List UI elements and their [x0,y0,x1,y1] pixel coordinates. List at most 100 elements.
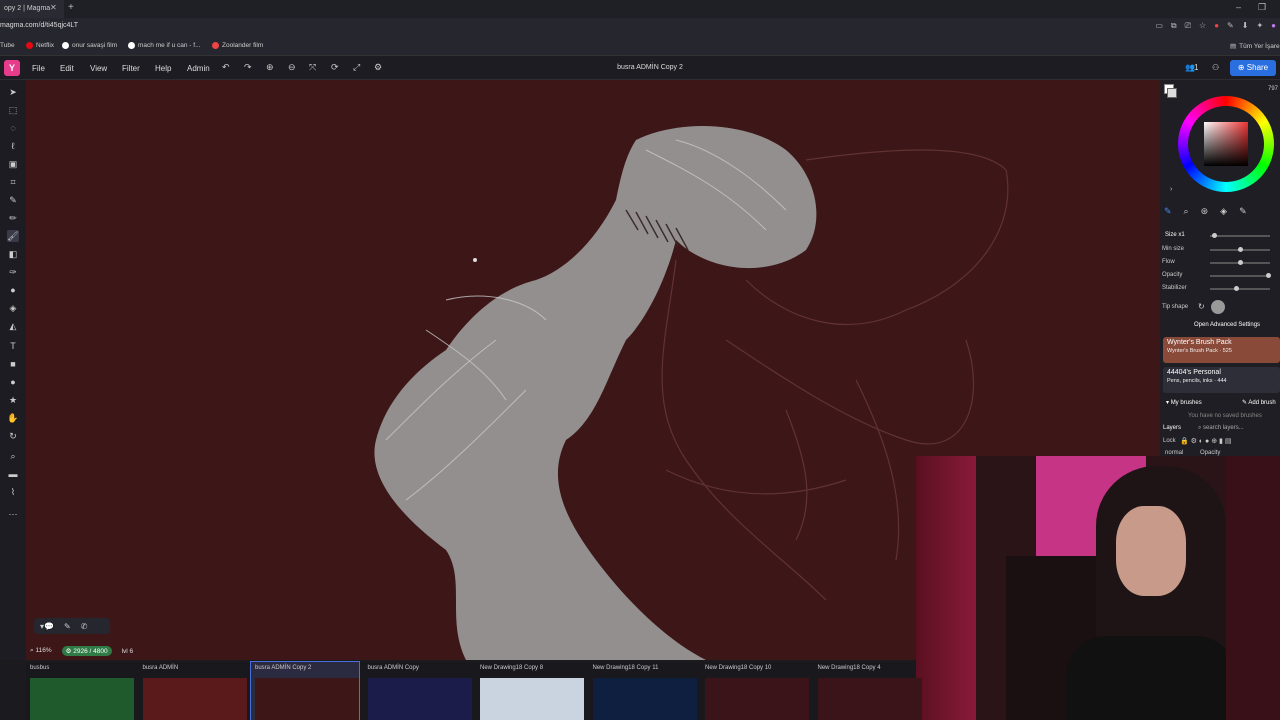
drawing-thumbnail[interactable]: busra ADMİN Copy 2 [250,661,360,720]
zoom-level[interactable]: ⌕ 116% [26,646,56,656]
share-button[interactable]: ⊕ Share [1230,60,1276,76]
comment-icon[interactable]: ▬ [7,468,19,480]
zoom-icon[interactable]: ⌕ [7,450,19,462]
rotate-icon[interactable]: ⟳ [331,62,339,73]
move-tool-icon[interactable]: ➤ [7,86,19,98]
more-icon[interactable]: ⋯ [7,508,19,520]
text-icon[interactable]: T [7,340,19,352]
eraser-icon[interactable]: ◧ [7,248,19,260]
brush-slot-4-icon[interactable]: ◈ [1220,206,1227,217]
ellipse-select-icon[interactable]: ◌ [7,122,19,134]
bookmark-item[interactable]: Zoolander film [212,42,263,49]
new-tab-icon[interactable]: + [68,2,74,13]
minimize-icon[interactable]: – [1236,2,1241,12]
blur-icon[interactable]: ● [7,284,19,296]
bookmark-item[interactable]: mach me if u can - f... [128,42,201,49]
brush-slot-1-icon[interactable]: ✎ [1164,206,1172,217]
add-user-icon[interactable]: ⚇ [1212,63,1219,72]
star-icon[interactable]: ★ [7,394,19,406]
fit-icon[interactable]: ⤧ [309,62,316,73]
flow-slider[interactable] [1210,260,1270,265]
brush-slot-5-icon[interactable]: ✎ [1239,206,1247,217]
brush-slot-3-icon[interactable]: ⊛ [1201,206,1209,217]
drawing-thumbnail[interactable]: busbus [26,662,134,720]
drawing-thumbnail[interactable]: New Drawing18 Copy 4 [814,662,922,720]
brush-pack-wynter[interactable]: Wynter's Brush Pack Wynter's Brush Pack … [1163,337,1280,363]
browser-tab[interactable]: opy 2 | Magma ✕ [0,0,64,18]
smudge-icon[interactable]: ✑ [7,266,19,278]
fill-icon[interactable]: ◈ [7,302,19,314]
menu-admin[interactable]: Admin [187,64,210,73]
bookmark-item[interactable]: Tube [0,42,15,49]
hand-icon[interactable]: ✋ [7,412,19,424]
drawing-thumbnail[interactable]: New Drawing18 Copy 11 [589,662,697,720]
reference-icon[interactable]: ⌇ [7,486,19,498]
settings-icon[interactable]: ⚙ [374,62,382,73]
redo-icon[interactable]: ↷ [244,62,252,73]
layer-search[interactable]: ⌕ search layers... [1198,425,1244,432]
drawing-thumbnail[interactable]: busra ADMİN [139,662,247,720]
min-size-slider[interactable] [1210,247,1270,252]
translate-icon[interactable]: ⧉ [1171,21,1177,31]
my-brushes-toggle[interactable]: ▾ My brushes [1166,399,1202,406]
size-slider[interactable] [1210,233,1270,238]
menu-help[interactable]: Help [155,64,171,73]
url-text[interactable]: magma.com/d/ti45qjc4LT [0,22,78,29]
profile-icon[interactable]: ● [1271,21,1276,31]
drawing-thumbnail[interactable]: New Drawing18 Copy 10 [701,662,809,720]
color-wheel[interactable] [1178,96,1274,192]
brush-pack-personal[interactable]: 44404's Personal Pens, pencils, inks · 4… [1163,367,1280,393]
menu-edit[interactable]: Edit [60,64,74,73]
undo-icon[interactable]: ↶ [222,62,230,73]
star-icon[interactable]: ☆ [1199,21,1206,31]
tip-shape-preview[interactable] [1211,300,1225,314]
rect-select-icon[interactable]: ⬚ [7,104,19,116]
color-square[interactable] [1204,122,1248,166]
crop-icon[interactable]: ⌗ [7,176,19,188]
drawing-thumbnail[interactable]: New Drawing18 Copy 8 [476,662,584,720]
menu-view[interactable]: View [90,64,107,73]
chat-toggle-icon[interactable]: ▾💬 [40,622,54,631]
pencil-icon[interactable]: ✏ [7,212,19,224]
transform-icon[interactable]: ▣ [7,158,19,170]
lasso-icon[interactable]: ℓ [7,140,19,152]
open-advanced-settings[interactable]: Open Advanced Settings [1194,322,1260,328]
zoom-out-icon[interactable]: ⊖ [288,62,296,73]
download-icon[interactable]: ⬇ [1242,21,1249,31]
eyedropper-icon[interactable]: ✎ [1227,21,1234,31]
menu-filter[interactable]: Filter [122,64,140,73]
call-icon[interactable]: ✆ [81,622,88,631]
drawing-name: New Drawing18 Copy 11 [592,665,659,671]
refresh-icon[interactable]: ↻ [1198,302,1205,311]
cast-icon[interactable]: ⎚ [1185,21,1191,31]
all-bookmarks[interactable]: ▤ Tüm Yer İşare [1230,42,1280,51]
drawing-thumbnail[interactable]: busra ADMİN Copy [364,662,472,720]
opacity-slider[interactable] [1210,273,1271,278]
close-icon[interactable]: ✕ [50,3,57,12]
puzzle-icon[interactable]: ✦ [1256,21,1263,31]
menu-file[interactable]: File [32,64,45,73]
secondary-color-swatch[interactable] [1167,88,1177,98]
eyedropper-icon[interactable]: ✎ [7,194,19,206]
brush-icon[interactable]: 🖌 [7,230,19,242]
tab-search-icon[interactable]: ▭ [1155,21,1163,31]
add-brush-button[interactable]: ✎ Add brush [1242,399,1276,406]
bookmark-item[interactable]: onur savaşi film [62,42,117,49]
rotate-view-icon[interactable]: ↻ [7,430,19,442]
document-title: busra ADMİN Copy 2 [617,64,683,71]
fullscreen-icon[interactable]: ⤢ [353,62,360,73]
magma-logo[interactable]: Y [4,60,20,76]
circle-icon[interactable]: ● [7,376,19,388]
mic-icon[interactable]: ✎ [64,622,71,631]
extension-icon[interactable]: ● [1214,21,1219,31]
bookmark-item[interactable]: Netflix [26,42,54,49]
brush-slot-2-icon[interactable]: ⌕ [1184,206,1189,217]
zoom-in-icon[interactable]: ⊕ [266,62,274,73]
stabilizer-slider[interactable] [1210,286,1270,291]
gradient-icon[interactable]: ◭ [7,320,19,332]
address-bar[interactable]: magma.com/d/ti45qjc4LT ▭ ⧉ ⎚ ☆ ● ✎ ⬇ ✦ ● [0,18,1280,36]
maximize-icon[interactable]: ❐ [1258,2,1266,13]
expand-icon[interactable]: › [1170,186,1172,193]
rectangle-icon[interactable]: ■ [7,358,19,370]
lock-icons[interactable]: 🔒 ⚙ ◐ ● ⊕ ▮ ▤ [1180,437,1231,445]
